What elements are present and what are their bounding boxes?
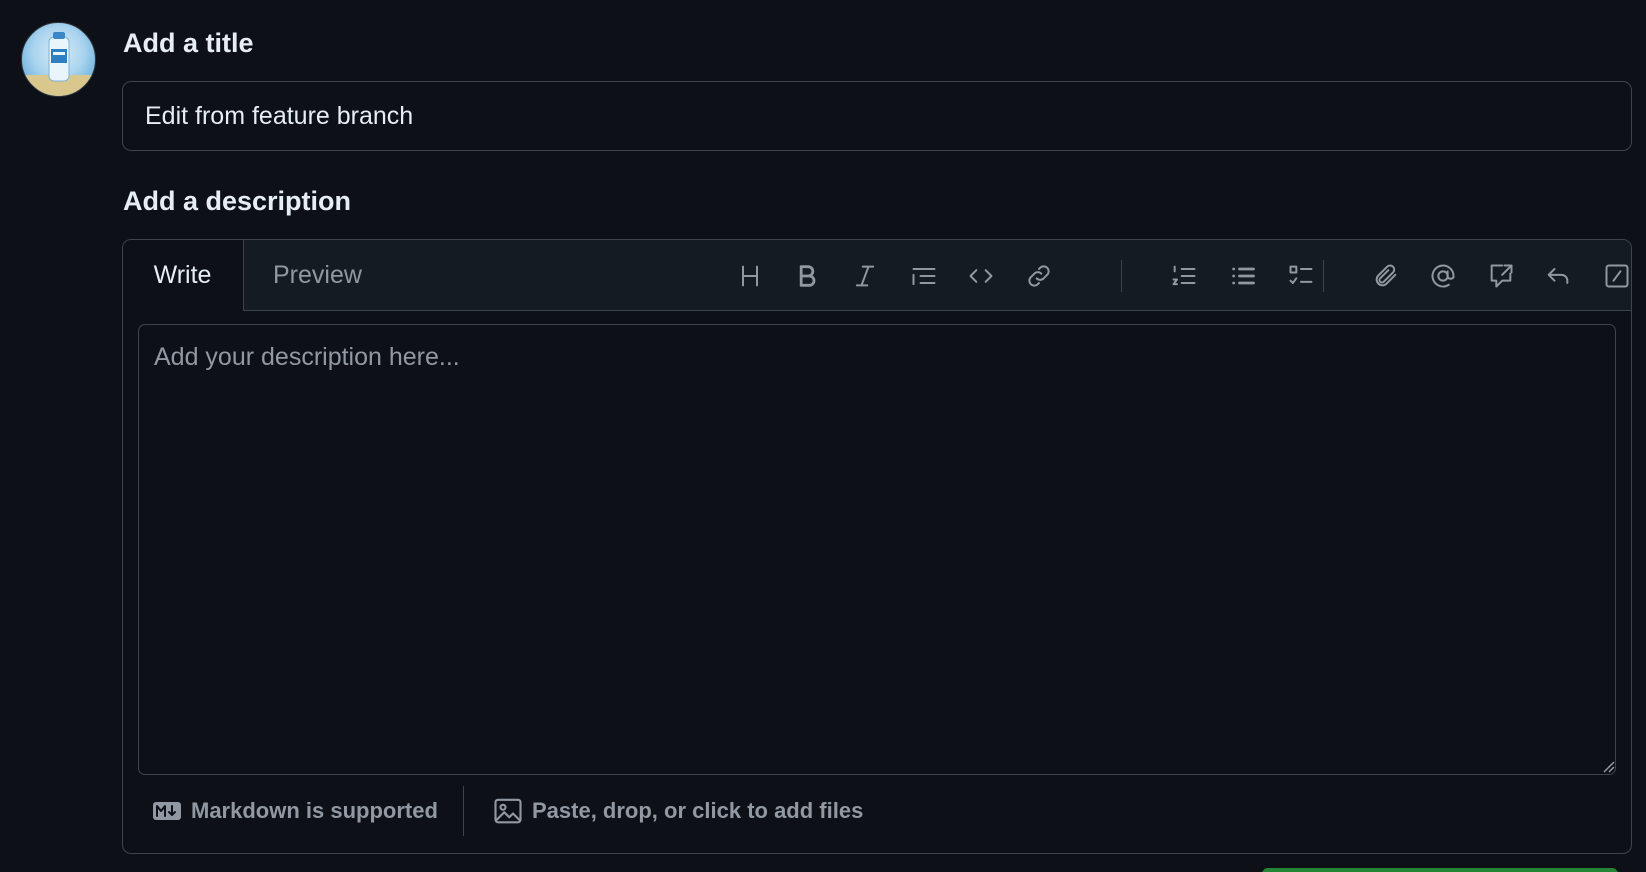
add-files-label: Paste, drop, or click to add files [532, 798, 864, 823]
reference-button[interactable] [1483, 258, 1519, 294]
image-icon [494, 798, 522, 824]
tab-preview[interactable]: Preview [273, 240, 362, 310]
mention-button[interactable] [1425, 258, 1461, 294]
toolbar-separator [1323, 260, 1324, 292]
code-icon [969, 269, 993, 283]
editor-header: Write Preview [123, 240, 1631, 311]
link-button[interactable] [1021, 258, 1057, 294]
avatar-image [22, 32, 95, 96]
avatar[interactable] [21, 22, 96, 97]
add-files-button[interactable]: Paste, drop, or click to add files [493, 786, 863, 836]
bold-icon [799, 265, 816, 287]
markdown-icon [153, 802, 181, 820]
saved-replies-button[interactable] [1540, 258, 1576, 294]
markdown-label: Markdown is supported [191, 798, 438, 823]
markdown-supported-link[interactable]: Markdown is supported [152, 786, 438, 836]
heading-icon [742, 265, 758, 287]
code-button[interactable] [963, 258, 999, 294]
footer-separator [463, 786, 464, 836]
unordered-list-icon [1232, 267, 1255, 285]
slash-commands-icon [1605, 264, 1629, 288]
saved-replies-icon [1547, 268, 1569, 284]
unordered-list-button[interactable] [1225, 258, 1261, 294]
ordered-list-icon [1172, 265, 1196, 286]
markdown-editor: Write Preview Add your description here.… [122, 239, 1632, 854]
toolbar-separator [1121, 260, 1122, 292]
ordered-list-button[interactable] [1166, 258, 1202, 294]
mention-icon [1431, 264, 1455, 288]
title-heading: Add a title [123, 28, 254, 58]
description-textarea[interactable] [138, 324, 1616, 775]
attach-icon [1375, 264, 1397, 287]
quote-icon [912, 268, 936, 286]
description-heading: Add a description [123, 186, 352, 216]
attach-button[interactable] [1368, 258, 1404, 294]
heading-button[interactable] [732, 258, 768, 294]
reference-icon [1490, 264, 1513, 288]
create-pull-request-button[interactable] [1262, 868, 1618, 872]
italic-icon [855, 265, 875, 287]
resize-grip-icon [1603, 761, 1615, 773]
task-list-button[interactable] [1283, 258, 1319, 294]
bold-button[interactable] [789, 258, 825, 294]
link-icon [1028, 265, 1050, 287]
italic-button[interactable] [847, 258, 883, 294]
tab-write[interactable]: Write [123, 240, 244, 311]
quote-button[interactable] [906, 258, 942, 294]
task-list-icon [1289, 265, 1313, 284]
new-pull-request-form: Add a title Add a description Write Prev… [0, 0, 1646, 872]
title-input[interactable] [122, 81, 1632, 151]
resize-handle[interactable] [1601, 759, 1615, 773]
slash-commands-button[interactable] [1599, 258, 1631, 294]
